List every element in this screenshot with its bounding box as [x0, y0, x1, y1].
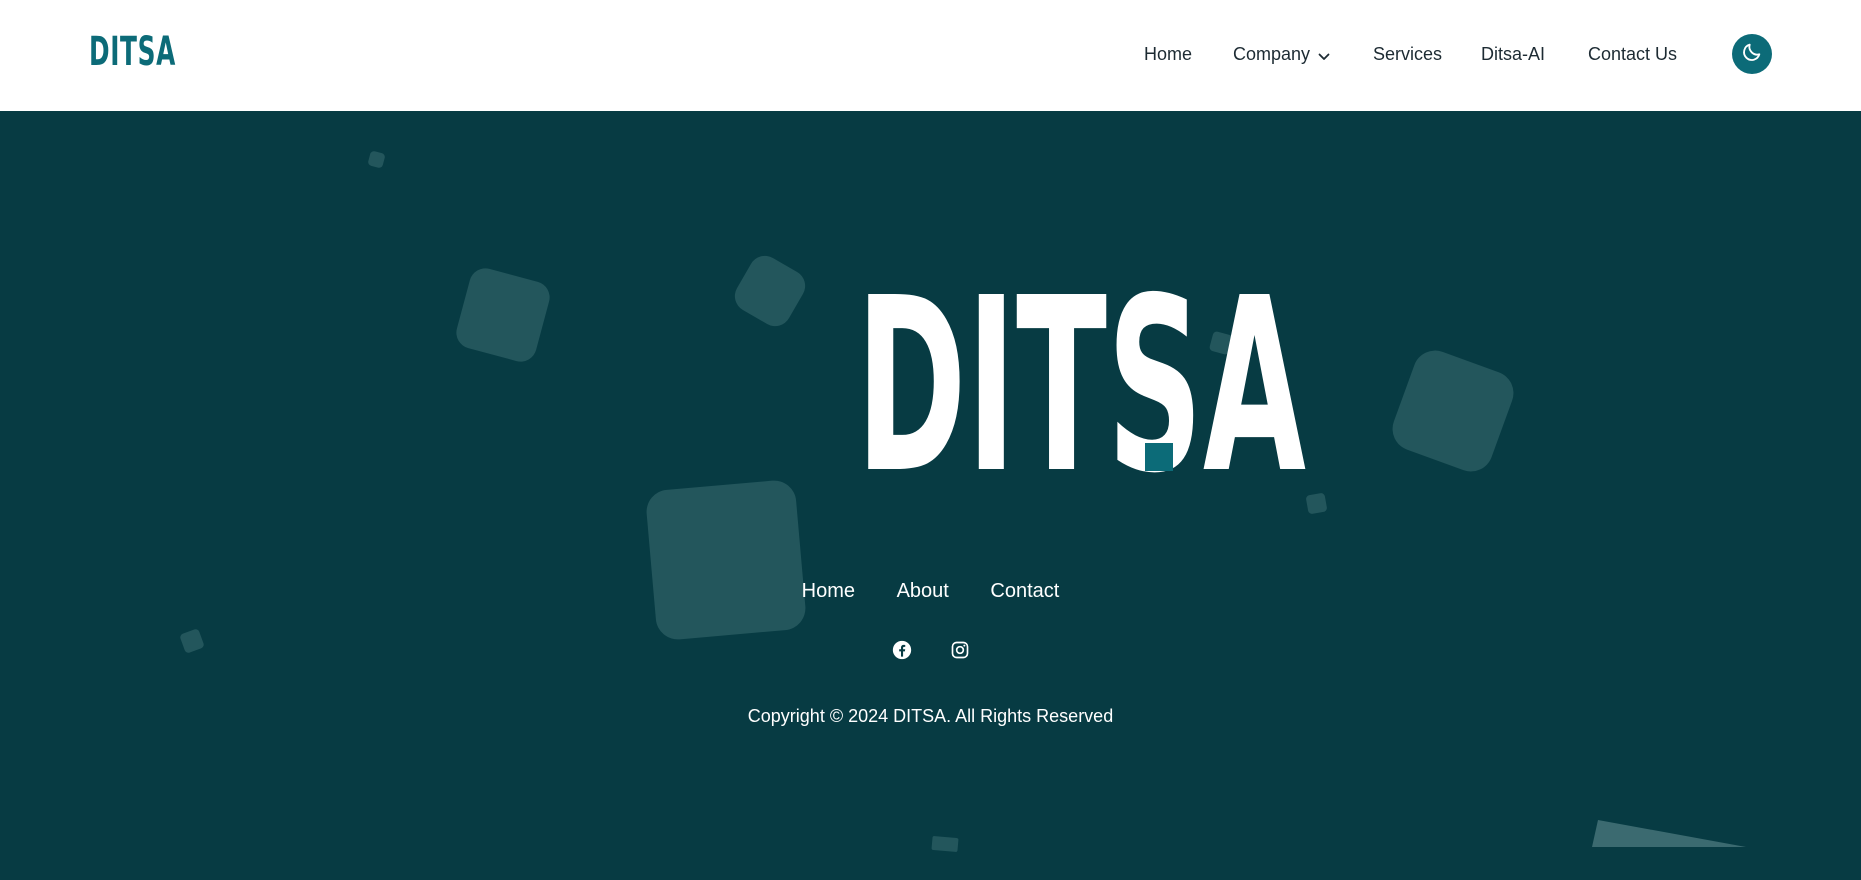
footer-home-link[interactable]: Home: [802, 576, 855, 606]
decor-shape: [367, 150, 386, 169]
decor-shape: [931, 835, 959, 853]
footer: DITSA Home About Contact Copyright © 202…: [0, 111, 1861, 880]
moon-icon: [1741, 41, 1763, 68]
instagram-icon[interactable]: [950, 640, 970, 660]
decor-shape: [644, 478, 808, 642]
decor-shape: [1305, 492, 1328, 515]
nav-ditsa-ai-link[interactable]: Ditsa-AI: [1481, 40, 1545, 68]
footer-brand: DITSA: [0, 269, 1861, 479]
nav-services-link[interactable]: Services: [1373, 40, 1442, 68]
theme-toggle-button[interactable]: [1732, 34, 1772, 74]
footer-links: Home About Contact: [0, 576, 1861, 606]
footer-brand-dot: [1145, 443, 1173, 471]
main-nav: Home Company Services Ditsa-AI Contact U…: [0, 40, 1861, 68]
footer-about-link[interactable]: About: [897, 576, 949, 606]
navbar: DITSA Home Company Services Ditsa-AI Con…: [0, 0, 1861, 111]
nav-company-link[interactable]: Company: [1233, 40, 1330, 68]
facebook-icon[interactable]: [892, 640, 912, 660]
nav-home-link[interactable]: Home: [1144, 40, 1192, 68]
footer-contact-link[interactable]: Contact: [990, 576, 1059, 606]
chevron-down-icon: [1318, 41, 1330, 69]
nav-contact-us-link[interactable]: Contact Us: [1588, 40, 1677, 68]
social-links: [0, 640, 1861, 664]
footer-brand-wordmark: DITSA: [856, 269, 1306, 479]
copyright-text: Copyright © 2024 DITSA. All Rights Reser…: [747, 706, 1114, 726]
nav-company-label: Company: [1233, 44, 1311, 64]
decor-triangle: [1592, 820, 1746, 847]
footer-brand-text: DITSA: [856, 269, 1306, 479]
